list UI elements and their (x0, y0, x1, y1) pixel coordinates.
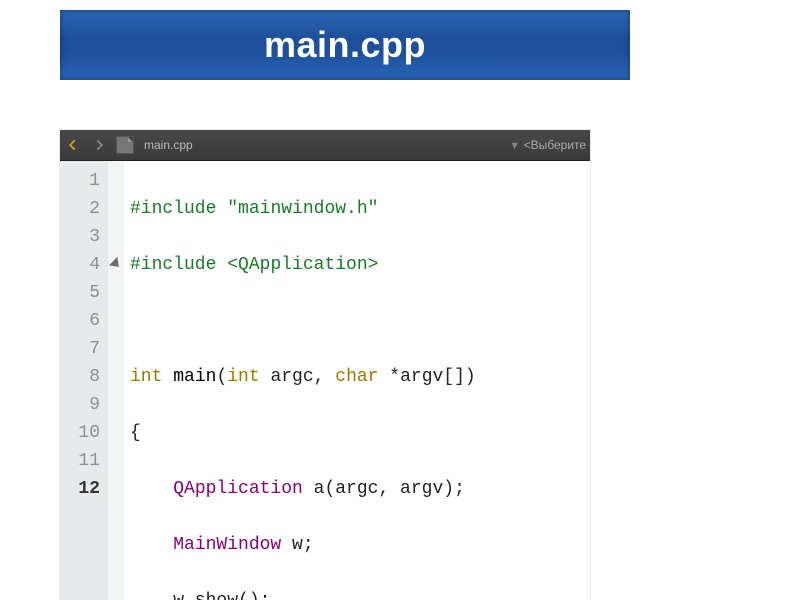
line-number: 5 (64, 279, 100, 307)
line-number: 7 (64, 335, 100, 363)
editor-toolbar: main.cpp ▾ <Выберите символ (60, 130, 590, 161)
line-number-current: 12 (64, 475, 100, 503)
line-number: 11 (64, 447, 100, 475)
nav-forward-icon[interactable] (86, 130, 112, 160)
editor-body: 1 2 3 4 5 6 7 8 9 10 11 12 (60, 161, 590, 600)
line-number: 4 (64, 251, 100, 279)
token-string: <QApplication> (227, 255, 378, 275)
code-line: w.show(); (130, 587, 582, 600)
token-type: MainWindow (173, 535, 281, 555)
line-number: 9 (64, 391, 100, 419)
chevron-down-icon[interactable]: ▾ (512, 131, 518, 159)
line-number: 8 (64, 363, 100, 391)
token-type: QApplication (173, 479, 303, 499)
title-banner: main.cpp (60, 10, 630, 80)
open-file-name[interactable]: main.cpp (144, 131, 193, 159)
token-keyword: int (227, 367, 259, 387)
title-text: main.cpp (264, 24, 426, 66)
fold-marker-icon[interactable] (108, 251, 124, 279)
nav-back-icon[interactable] (60, 130, 86, 160)
token-keyword: char (335, 367, 378, 387)
slide: main.cpp main.cpp ▾ <Выберите символ 1 2… (0, 0, 800, 600)
token-string: "mainwindow.h" (227, 199, 378, 219)
token-keyword: int (130, 367, 162, 387)
token-include: #include (130, 199, 216, 219)
line-number: 3 (64, 223, 100, 251)
code-line: { (130, 419, 582, 447)
code-area[interactable]: #include "mainwindow.h" #include <QAppli… (124, 161, 590, 600)
line-number-gutter: 1 2 3 4 5 6 7 8 9 10 11 12 (60, 161, 108, 600)
file-icon (112, 130, 138, 160)
token-include: #include (130, 255, 216, 275)
line-number: 2 (64, 195, 100, 223)
marker-gutter (108, 161, 124, 600)
symbol-selector[interactable]: <Выберите символ (524, 131, 590, 159)
line-number: 1 (64, 167, 100, 195)
line-number: 10 (64, 419, 100, 447)
code-line (130, 307, 582, 335)
token-function: main (173, 367, 216, 387)
line-number: 6 (64, 307, 100, 335)
code-editor: main.cpp ▾ <Выберите символ 1 2 3 4 5 6 … (60, 130, 590, 600)
